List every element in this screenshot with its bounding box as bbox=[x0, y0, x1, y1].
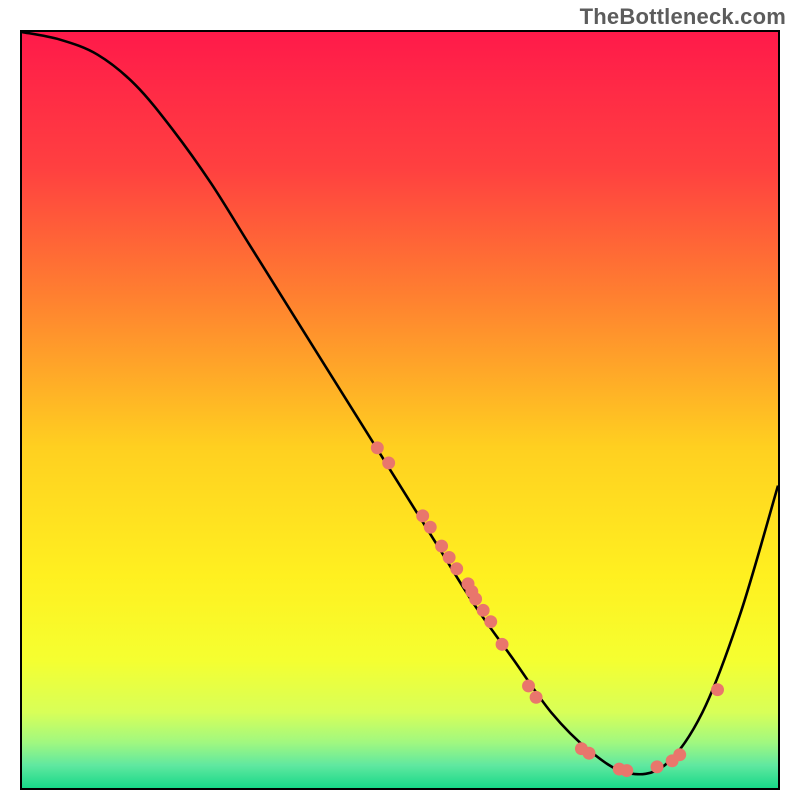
highlight-point bbox=[484, 615, 497, 628]
bottleneck-curve bbox=[22, 32, 778, 774]
highlight-point bbox=[583, 747, 596, 760]
highlight-point bbox=[530, 691, 543, 704]
highlight-point bbox=[443, 551, 456, 564]
highlight-point bbox=[435, 540, 448, 553]
highlight-point bbox=[450, 562, 463, 575]
highlight-point bbox=[522, 679, 535, 692]
highlight-point bbox=[424, 521, 437, 534]
highlight-points bbox=[371, 441, 724, 777]
chart-container: TheBottleneck.com bbox=[0, 0, 800, 800]
highlight-point bbox=[711, 683, 724, 696]
watermark-text: TheBottleneck.com bbox=[580, 4, 786, 30]
highlight-point bbox=[496, 638, 509, 651]
highlight-point bbox=[416, 509, 429, 522]
plot-area bbox=[20, 30, 780, 790]
highlight-point bbox=[477, 604, 490, 617]
highlight-point bbox=[469, 593, 482, 606]
highlight-point bbox=[673, 748, 686, 761]
highlight-point bbox=[371, 441, 384, 454]
curve-layer bbox=[22, 32, 778, 788]
highlight-point bbox=[651, 760, 664, 773]
highlight-point bbox=[620, 764, 633, 777]
highlight-point bbox=[382, 456, 395, 469]
